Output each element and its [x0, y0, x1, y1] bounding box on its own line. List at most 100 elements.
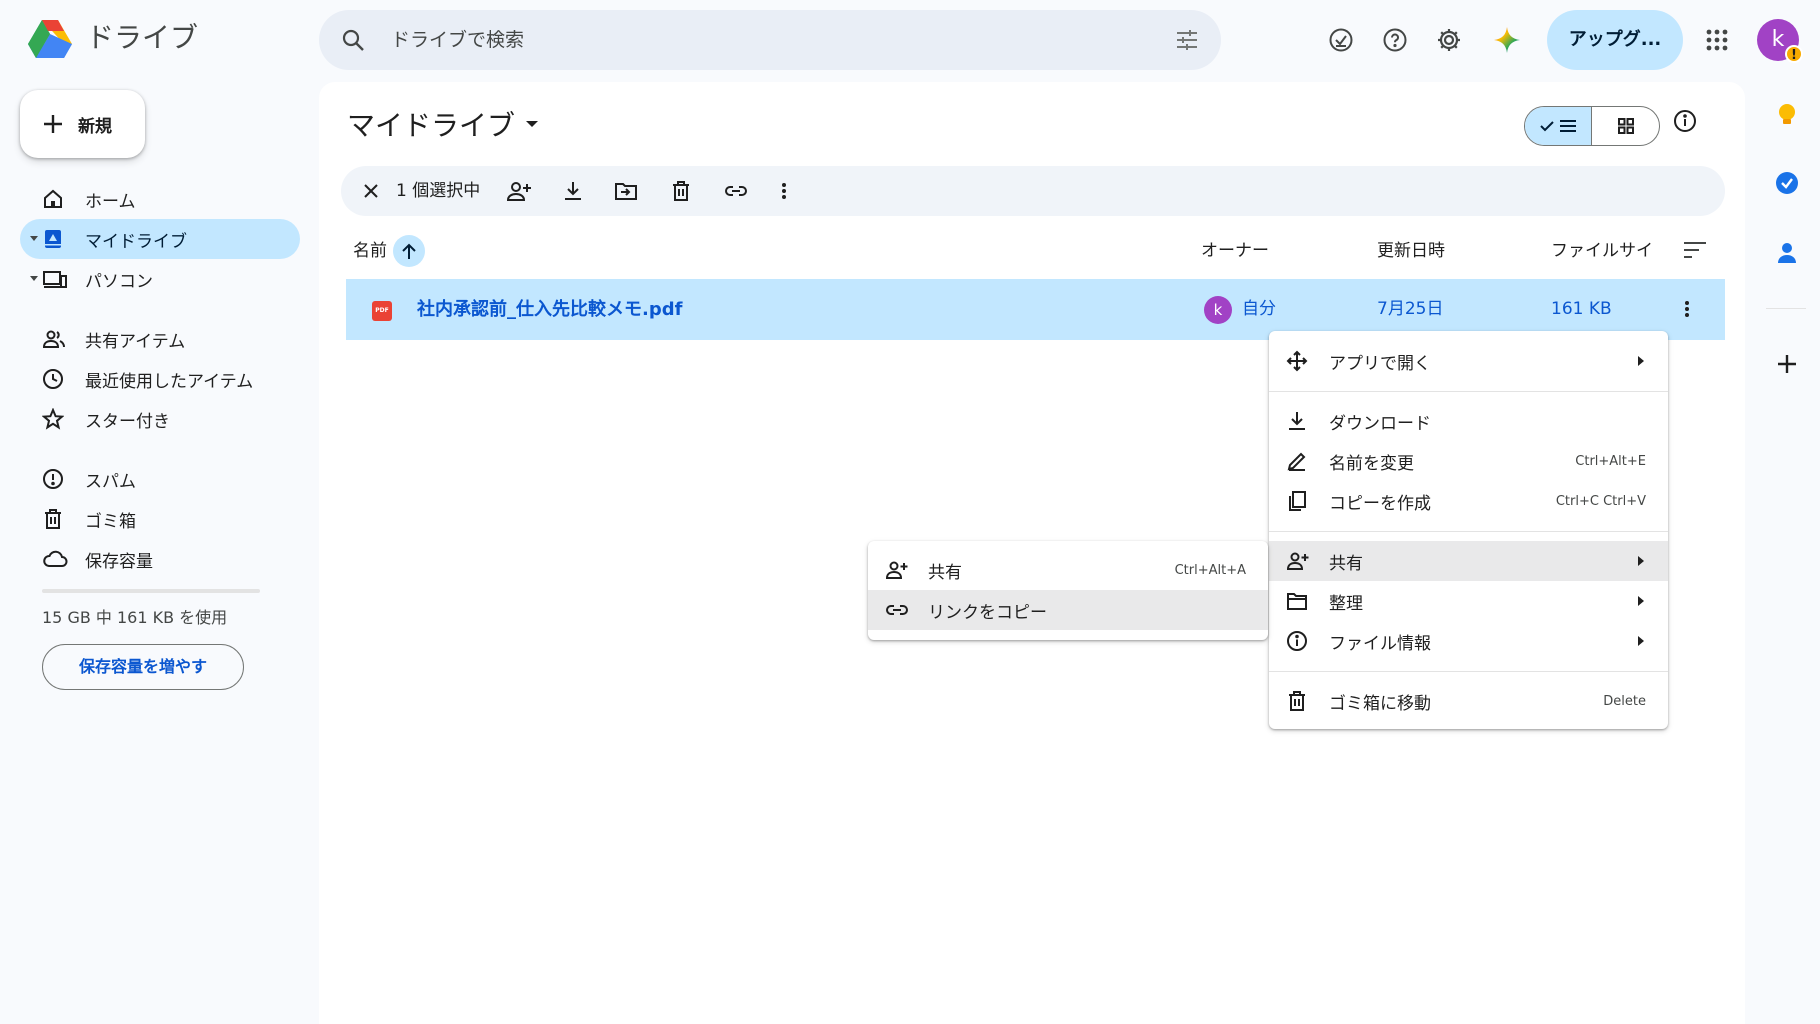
menu-item-shortcut: Ctrl+Alt+E	[1575, 453, 1646, 469]
sidebar-item-starred[interactable]: スター付き	[20, 399, 300, 439]
copy-link-icon[interactable]	[723, 179, 749, 203]
share-submenu: 共有 Ctrl+Alt+A リンクをコピー	[868, 541, 1268, 640]
menu-item-label: ゴミ箱に移動	[1329, 693, 1431, 714]
ready-for-offline-icon[interactable]	[1323, 22, 1359, 58]
file-context-menu: アプリで開く ダウンロード 名前を変更 Ctrl+Alt+E コピーを作成 Ct…	[1269, 331, 1668, 729]
submenu-item-copy-link[interactable]: リンクをコピー	[868, 590, 1268, 630]
new-button[interactable]: 新規	[20, 90, 145, 158]
menu-item-shortcut: Ctrl+Alt+A	[1174, 562, 1246, 578]
menu-item-download[interactable]: ダウンロード	[1269, 401, 1668, 441]
menu-item-move-to-trash[interactable]: ゴミ箱に移動 Delete	[1269, 681, 1668, 721]
search-icon[interactable]	[341, 28, 365, 52]
sidebar-item-label: ゴミ箱	[85, 511, 136, 532]
search-options-icon[interactable]	[1175, 28, 1199, 52]
rail-divider	[1766, 308, 1806, 309]
menu-item-label: 名前を変更	[1329, 453, 1414, 474]
column-header-owner[interactable]: オーナー	[1201, 236, 1269, 266]
account-avatar[interactable]: k !	[1757, 19, 1803, 63]
submenu-arrow-icon	[1638, 556, 1644, 566]
folder-open-icon	[1286, 590, 1308, 612]
sidebar-item-recent[interactable]: 最近使用したアイテム	[20, 359, 300, 399]
settings-gear-icon[interactable]	[1431, 22, 1467, 58]
menu-item-label: リンクをコピー	[928, 602, 1047, 623]
view-toggle[interactable]	[1524, 106, 1660, 146]
menu-divider	[1269, 671, 1668, 672]
sidebar-item-shared[interactable]: 共有アイテム	[20, 319, 300, 359]
gemini-sparkle-icon[interactable]	[1489, 22, 1525, 58]
sidebar-item-label: 最近使用したアイテム	[85, 371, 254, 392]
sidebar-item-storage[interactable]: 保存容量	[20, 539, 300, 579]
drive-logo-icon[interactable]	[26, 18, 74, 62]
share-person-add-icon	[1286, 550, 1310, 572]
add-addon-plus-icon[interactable]	[1772, 349, 1802, 379]
sidebar-item-spam[interactable]: スパム	[20, 459, 300, 499]
menu-item-label: 整理	[1329, 593, 1363, 614]
menu-item-file-info[interactable]: ファイル情報	[1269, 621, 1668, 661]
details-info-icon[interactable]	[1672, 108, 1698, 134]
search-input[interactable]: ドライブで検索	[391, 10, 524, 70]
sidebar-item-label: パソコン	[85, 271, 153, 292]
clear-selection-close-icon[interactable]	[359, 179, 383, 203]
sidebar-item-my-drive[interactable]: マイドライブ	[20, 219, 300, 259]
menu-item-label: ダウンロード	[1329, 413, 1431, 434]
app-brand[interactable]: ドライブ	[86, 18, 198, 58]
search-bar[interactable]: ドライブで検索	[319, 10, 1221, 70]
menu-item-organize[interactable]: 整理	[1269, 581, 1668, 621]
menu-item-shortcut: Delete	[1603, 693, 1646, 709]
delete-trash-icon[interactable]	[669, 179, 693, 203]
menu-item-label: コピーを作成	[1329, 493, 1431, 514]
sidebar-item-trash[interactable]: ゴミ箱	[20, 499, 300, 539]
menu-item-label: 共有	[1329, 553, 1363, 574]
upgrade-button[interactable]: アップグ...	[1547, 10, 1683, 70]
cloud-icon	[42, 548, 68, 570]
row-more-actions-icon[interactable]	[1684, 297, 1690, 321]
sidebar-item-label: スパム	[85, 471, 136, 492]
menu-item-share[interactable]: 共有	[1269, 541, 1668, 581]
spam-icon	[42, 468, 64, 490]
selection-count: 1 個選択中	[396, 181, 481, 201]
get-more-storage-button[interactable]: 保存容量を増やす	[42, 644, 244, 690]
page-title-text: マイドライブ	[347, 109, 516, 142]
sidebar-item-computers[interactable]: パソコン	[20, 259, 300, 299]
move-to-folder-icon[interactable]	[614, 179, 638, 203]
tasks-check-icon[interactable]	[1772, 168, 1802, 198]
contacts-person-icon[interactable]	[1772, 238, 1802, 268]
list-view-button[interactable]	[1525, 107, 1592, 145]
menu-item-make-copy[interactable]: コピーを作成 Ctrl+C Ctrl+V	[1269, 481, 1668, 521]
file-owner: 自分	[1242, 299, 1276, 319]
open-with-move-icon	[1286, 350, 1308, 372]
menu-item-open-with[interactable]: アプリで開く	[1269, 341, 1668, 381]
more-actions-icon[interactable]	[781, 179, 787, 203]
page-title[interactable]: マイドライブ	[347, 104, 539, 144]
submenu-item-share[interactable]: 共有 Ctrl+Alt+A	[868, 550, 1268, 590]
help-icon[interactable]	[1377, 22, 1413, 58]
people-icon	[42, 328, 66, 350]
grid-view-button[interactable]	[1592, 107, 1659, 145]
sidebar-item-home[interactable]: ホーム	[20, 179, 300, 219]
share-person-add-icon	[885, 559, 909, 581]
list-icon	[1559, 118, 1577, 134]
submenu-arrow-icon	[1638, 596, 1644, 606]
menu-item-rename[interactable]: 名前を変更 Ctrl+Alt+E	[1269, 441, 1668, 481]
share-person-add-icon[interactable]	[506, 179, 532, 203]
column-header-size[interactable]: ファイルサイ	[1551, 236, 1653, 266]
expand-caret-icon[interactable]	[30, 276, 38, 281]
home-icon	[42, 188, 64, 210]
keep-bulb-icon[interactable]	[1772, 100, 1802, 130]
download-icon[interactable]	[561, 179, 585, 203]
account-warning-badge: !	[1785, 45, 1803, 63]
dropdown-caret-icon[interactable]	[525, 119, 539, 129]
trash-icon	[1286, 690, 1308, 712]
apps-grid-icon[interactable]	[1699, 22, 1735, 58]
sort-options-icon[interactable]	[1683, 240, 1707, 260]
info-icon	[1286, 630, 1308, 652]
column-header-name[interactable]: 名前	[353, 236, 387, 266]
download-icon	[1286, 410, 1308, 432]
sort-ascending-arrow-icon[interactable]	[393, 235, 425, 267]
trash-icon	[42, 508, 64, 530]
plus-icon	[42, 113, 64, 135]
expand-caret-icon[interactable]	[30, 236, 38, 241]
file-name[interactable]: 社内承認前_仕入先比較メモ.pdf	[417, 279, 682, 340]
column-header-modified[interactable]: 更新日時	[1377, 236, 1445, 266]
storage-usage-bar	[42, 589, 260, 593]
